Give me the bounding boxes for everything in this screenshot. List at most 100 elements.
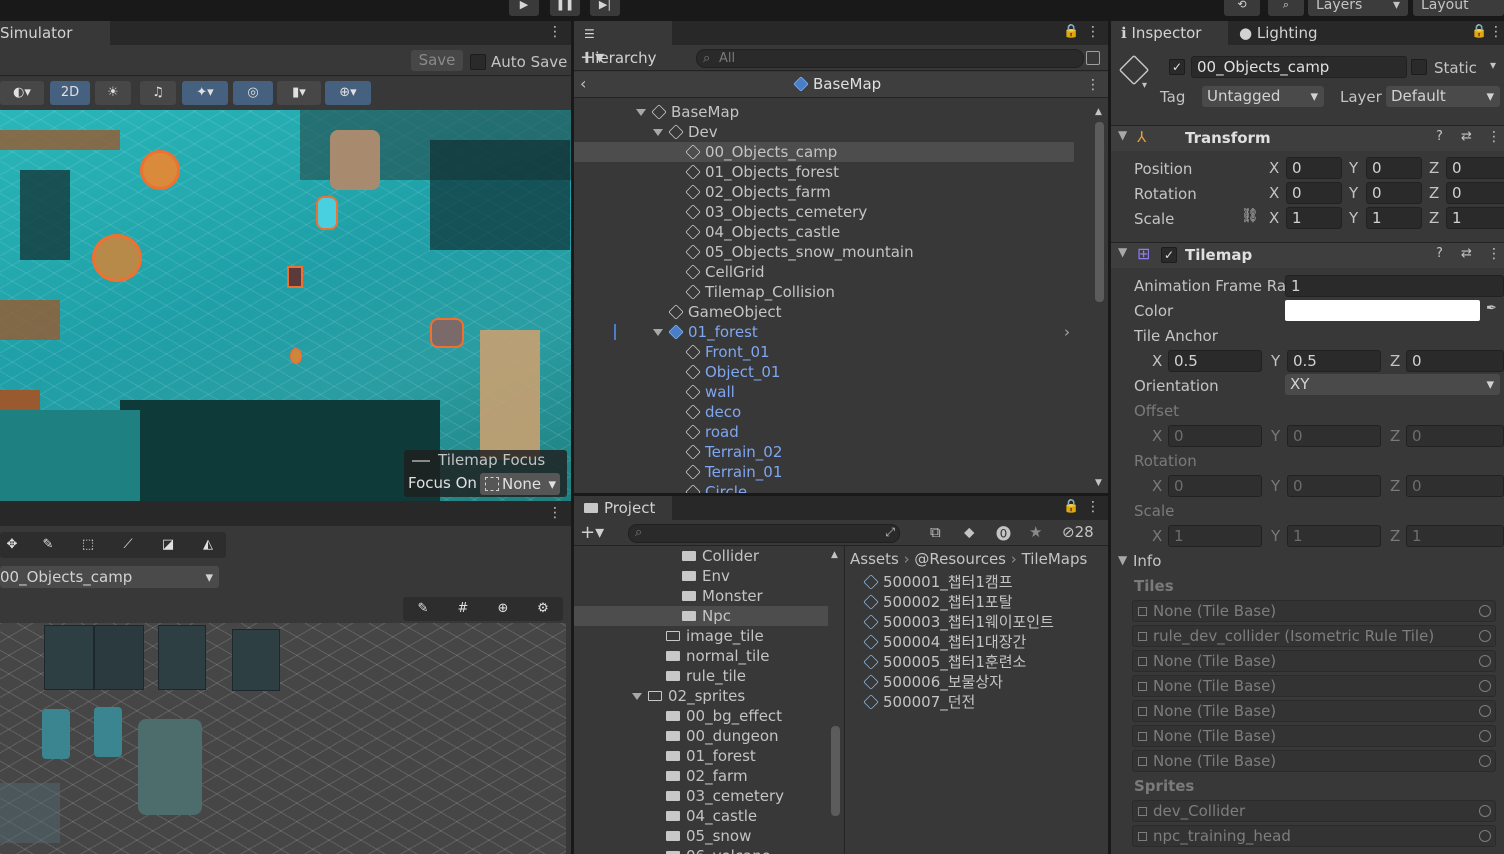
more-options-icon[interactable]: ⋮ [1487, 129, 1501, 145]
animation-frame-rate-input[interactable]: 1 [1285, 275, 1504, 297]
audio-toggle[interactable]: ♫ [140, 81, 176, 105]
project-folder-item[interactable]: Collider [574, 546, 828, 566]
object-picker-icon[interactable] [1479, 730, 1491, 742]
project-folder-item[interactable]: Monster [574, 586, 828, 606]
open-search-icon[interactable]: ⤢ [885, 525, 895, 540]
camera-dropdown[interactable]: ▮▾ [277, 81, 321, 105]
hierarchy-row[interactable]: 02_Objects_farm [574, 182, 1074, 202]
project-folder-item[interactable]: 00_bg_effect [574, 706, 828, 726]
hierarchy-row[interactable]: Terrain_02 [574, 442, 1074, 462]
lock-icon[interactable]: 🔒 [1063, 24, 1079, 39]
picker-tool-button[interactable]: ⟋ [116, 533, 140, 557]
create-button[interactable]: +▾ [580, 47, 604, 68]
hierarchy-row[interactable]: CellGrid [574, 262, 1074, 282]
object-picker-icon[interactable] [1479, 705, 1491, 717]
inspector-transform-position-y-input[interactable]: 0 [1366, 157, 1422, 179]
palette-tile[interactable] [94, 707, 122, 757]
inspector-transform-scale-y-input[interactable]: 1 [1366, 207, 1422, 229]
lock-icon[interactable]: 🔒 [1471, 24, 1487, 39]
visibility-toggle[interactable]: ◎ [233, 81, 273, 105]
palette-tile[interactable] [94, 625, 144, 690]
breadcrumb-assets[interactable]: Assets [850, 550, 899, 568]
inspector-transform-scale-x-input[interactable]: 1 [1286, 207, 1342, 229]
project-folder-item[interactable]: rule_tile [574, 666, 828, 686]
hierarchy-row[interactable]: BaseMap [574, 102, 1074, 122]
more-options-icon[interactable]: ⋮ [1086, 23, 1100, 41]
back-arrow-icon[interactable]: ‹ [580, 74, 586, 93]
palette-tile[interactable] [44, 625, 94, 690]
tag-dropdown[interactable]: Untagged ▾ [1202, 86, 1324, 107]
layer-dropdown[interactable]: Default ▾ [1386, 86, 1500, 107]
create-asset-button[interactable]: +▾ [580, 522, 604, 543]
inspector-transform-rotation-x-input[interactable]: 0 [1286, 182, 1342, 204]
scroll-down-icon[interactable]: ▼ [1095, 478, 1102, 488]
object-picker-icon[interactable] [1479, 605, 1491, 617]
tab-hierarchy[interactable]: ☰ Hierarchy [574, 21, 672, 67]
project-folder-scrollbar[interactable] [831, 726, 840, 816]
project-asset-item[interactable]: 500003_챕터1웨이포인트 [863, 612, 1104, 632]
constrain-proportions-icon[interactable]: ⛓ [1241, 208, 1259, 224]
project-folder-item[interactable]: 02_farm [574, 766, 828, 786]
more-options-icon[interactable]: ⋮ [1487, 246, 1501, 262]
static-checkbox[interactable] [1411, 59, 1427, 75]
layout-dropdown[interactable]: Layout [1413, 0, 1504, 16]
palette-tile[interactable] [138, 719, 202, 815]
more-options-icon[interactable]: ⋮ [1489, 23, 1503, 41]
play-button[interactable]: ▶ [509, 0, 539, 16]
camp-tent-object[interactable] [140, 150, 180, 190]
filter-type-icon[interactable]: ⧉ [930, 523, 941, 541]
breadcrumb-tilemaps[interactable]: TileMaps [1022, 550, 1088, 568]
hierarchy-row[interactable]: Dev [574, 122, 1074, 142]
gizmos-dropdown[interactable]: ⊕▾ [325, 81, 371, 105]
preset-icon[interactable]: ⇄ [1461, 246, 1472, 261]
hierarchy-row[interactable]: 03_Objects_cemetery [574, 202, 1074, 222]
help-icon[interactable]: ? [1436, 246, 1443, 261]
hierarchy-row[interactable]: GameObject [574, 302, 1074, 322]
step-button[interactable]: ▶| [590, 0, 620, 16]
object-picker-icon[interactable] [1479, 680, 1491, 692]
object-picker-icon[interactable] [1479, 755, 1491, 767]
inspector-transform-position-z-input[interactable]: 0 [1446, 157, 1504, 179]
hierarchy-row[interactable]: 01_Objects_forest [574, 162, 1074, 182]
object-name-input[interactable]: 00_Objects_camp [1191, 56, 1407, 78]
project-asset-item[interactable]: 500004_챕터1대장간 [863, 632, 1104, 652]
preset-icon[interactable]: ⇄ [1461, 129, 1472, 144]
move-tool-button[interactable]: ✥ [0, 533, 24, 557]
project-folder-item[interactable]: 06_volcano [574, 846, 828, 854]
hierarchy-row[interactable]: Circle [574, 482, 1074, 493]
search-button[interactable]: ⌕ [1268, 0, 1304, 16]
color-swatch[interactable] [1285, 300, 1480, 321]
project-folder-item[interactable]: 03_cemetery [574, 786, 828, 806]
project-folder-item[interactable]: 04_castle [574, 806, 828, 826]
focus-on-dropdown[interactable]: None ▾ [480, 473, 560, 495]
inspector-transform-position-x-input[interactable]: 0 [1286, 157, 1342, 179]
training-object[interactable] [290, 348, 302, 364]
hierarchy-search-input[interactable]: ⌕ All [696, 49, 1084, 68]
project-folder-item[interactable]: Env [574, 566, 828, 586]
hierarchy-row[interactable]: Tilemap_Collision [574, 282, 1074, 302]
palette-grid[interactable] [0, 623, 566, 854]
icon-chevron-down-icon[interactable]: ▾ [1142, 80, 1147, 91]
foldout-arrow-icon[interactable]: ▼ [1118, 553, 1127, 567]
palette-tile[interactable] [232, 629, 280, 691]
tab-inspector[interactable]: ℹ Inspector [1111, 21, 1228, 45]
filter-label-icon[interactable]: ⬥ [964, 523, 975, 541]
project-folder-item[interactable]: 05_snow [574, 826, 828, 846]
tilemap-header[interactable]: ▼ ⊞ ✓ Tilemap ? ⇄ ⋮ [1111, 242, 1504, 268]
more-options-icon[interactable]: ⋮ [548, 23, 562, 41]
forge-object[interactable] [430, 318, 464, 348]
project-asset-item[interactable]: 500005_챕터1훈련소 [863, 652, 1104, 672]
hierarchy-row[interactable]: Terrain_01 [574, 462, 1074, 482]
portal-object[interactable] [316, 196, 338, 230]
inspector-transform-rotation-z-input[interactable]: 0 [1446, 182, 1504, 204]
hierarchy-row[interactable]: deco [574, 402, 1074, 422]
project-folder-item[interactable]: 02_sprites [574, 686, 828, 706]
project-asset-item[interactable]: 500007_던전 [863, 692, 1104, 712]
inspector-transform-scale-z-input[interactable]: 1 [1446, 207, 1504, 229]
waypoint-object[interactable] [287, 266, 303, 288]
scroll-up-icon[interactable]: ▲ [831, 550, 838, 560]
foldout-arrow-icon[interactable] [636, 109, 646, 116]
edit-palette-button[interactable]: ✎ [407, 597, 439, 621]
hierarchy-row[interactable]: 00_Objects_camp [574, 142, 1074, 162]
grid-toggle[interactable]: # [447, 597, 479, 621]
